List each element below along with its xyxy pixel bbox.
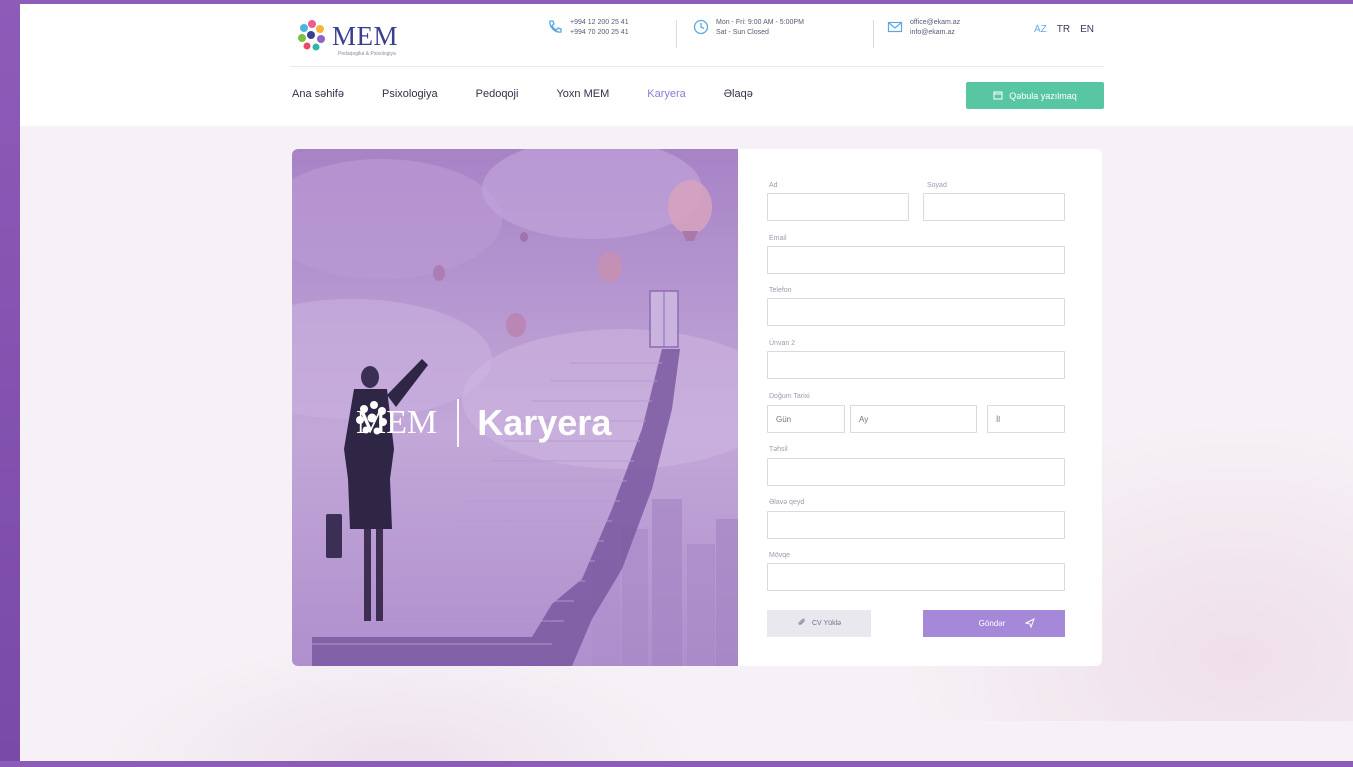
logo-tagline: Pedaqogika & Psixologiya: [338, 51, 396, 57]
site-header: MEM Pedaqogika & Psixologiya +994 12 200…: [20, 4, 1353, 126]
hours-line-2: Sat - Sun Closed: [716, 28, 769, 36]
enroll-button-label: Qəbula yazılmaq: [1009, 90, 1077, 101]
note-input[interactable]: [767, 511, 1065, 539]
divider: [676, 20, 677, 48]
education-input[interactable]: [767, 458, 1065, 486]
paperclip-icon: [797, 618, 806, 629]
divider: [873, 20, 874, 48]
language-switcher: AZ TR EN: [1034, 24, 1094, 35]
address-label: Ünvan 2: [769, 340, 796, 347]
phone-line-1[interactable]: +994 12 200 25 41: [570, 19, 629, 26]
career-application-form: Ad Soyad Email Telefon Ünvan 2 Doğum Tar…: [738, 149, 1102, 666]
nav-item-home[interactable]: Ana səhifə: [292, 88, 344, 100]
birth-year-input[interactable]: [987, 405, 1065, 433]
nav-item-contact[interactable]: Əlaqə: [724, 88, 753, 100]
submit-button-label: Göndər: [978, 619, 1006, 628]
note-label: Əlavə qeyd: [769, 499, 805, 506]
education-label: Təhsil: [769, 446, 788, 453]
phone-icon: [546, 18, 564, 36]
logo-flower-icon: [294, 18, 330, 54]
nav-item-psychology[interactable]: Psixologiya: [382, 88, 438, 100]
email-line-2[interactable]: info@ekam.az: [910, 29, 960, 36]
email-label: Email: [769, 235, 787, 242]
nav-item-pedagogy[interactable]: Pedoqoji: [476, 88, 519, 100]
hours-line-1: Mon - Fri: 9:00 AM - 5:00PM: [716, 18, 804, 26]
birth-day-input[interactable]: [767, 405, 845, 433]
birth-date-label: Doğum Tarixi: [769, 393, 810, 400]
phone-input[interactable]: [767, 298, 1065, 326]
name-label: Ad: [769, 182, 778, 189]
name-input[interactable]: [767, 193, 909, 221]
lang-az[interactable]: AZ: [1034, 24, 1047, 35]
position-label: Mövqe: [769, 552, 791, 559]
lang-en[interactable]: EN: [1080, 24, 1094, 35]
lang-tr[interactable]: TR: [1057, 24, 1070, 35]
nav-item-about[interactable]: Yoxn MEM: [556, 88, 609, 100]
cv-upload-label: CV Yüklə: [811, 620, 842, 627]
hero-title: Karyera: [477, 402, 612, 443]
enroll-button[interactable]: Qəbula yazılmaq: [966, 82, 1104, 109]
header-divider: [290, 66, 1104, 67]
surname-label: Soyad: [927, 182, 947, 189]
contact-hours: Mon - Fri: 9:00 AM - 5:00PM Sat - Sun Cl…: [692, 18, 804, 36]
phone-line-2[interactable]: +994 70 200 25 41: [570, 29, 629, 36]
submit-button[interactable]: Göndər: [923, 610, 1065, 637]
career-hero-image: MEM Karyera: [292, 149, 738, 666]
calendar-icon: [993, 90, 1003, 102]
clock-icon: [692, 18, 710, 36]
hero-brand-lockup: MEM Karyera: [352, 399, 611, 447]
position-input[interactable]: [767, 563, 1065, 591]
cv-upload-button[interactable]: CV Yüklə: [767, 610, 871, 637]
nav-item-career[interactable]: Karyera: [647, 88, 686, 100]
window-frame-left: [0, 0, 20, 767]
email-input[interactable]: [767, 246, 1065, 274]
surname-input[interactable]: [923, 193, 1065, 221]
mail-icon: [886, 18, 904, 36]
send-icon: [1024, 617, 1036, 630]
address-input[interactable]: [767, 351, 1065, 379]
email-line-1[interactable]: office@ekam.az: [910, 19, 960, 26]
contact-email: office@ekam.az info@ekam.az: [886, 18, 960, 36]
site-logo[interactable]: MEM: [294, 18, 398, 54]
main-nav: Ana səhifə Psixologiya Pedoqoji Yoxn MEM…: [292, 88, 791, 100]
birth-month-input[interactable]: [850, 405, 977, 433]
window-frame-bottom: [0, 761, 1353, 767]
hero-divider: [457, 399, 460, 447]
page: MEM Pedaqogika & Psixologiya +994 12 200…: [20, 4, 1353, 761]
phone-label: Telefon: [769, 287, 792, 294]
logo-text: MEM: [332, 20, 399, 51]
contact-phone: +994 12 200 25 41 +994 70 200 25 41: [546, 18, 629, 36]
